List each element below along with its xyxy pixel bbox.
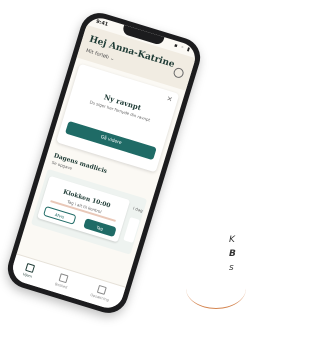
appointment-card[interactable]: Klokken 10:00 Tag i alt til kontrol Afvi… (37, 175, 131, 243)
gear-icon (96, 284, 107, 295)
phone-screen: 9:41 ▪ ◦ ▮ Hej Anna-Katrine Mit forløb ⌄… (9, 14, 199, 312)
side-label: I dag (132, 205, 144, 214)
caption-line-2: B (229, 249, 236, 259)
tab-settings[interactable]: Opsætning (90, 283, 113, 302)
close-icon[interactable]: ✕ (166, 95, 174, 104)
home-icon (24, 262, 35, 273)
tab-home-label: Hjem (22, 272, 33, 279)
tab-messages-label: Besked (54, 282, 68, 290)
card-continue-button[interactable]: Gå videre (64, 120, 157, 161)
message-icon (58, 273, 69, 284)
phone-frame: 9:41 ▪ ◦ ▮ Hej Anna-Katrine Mit forløb ⌄… (2, 8, 206, 318)
settings-icon[interactable] (172, 66, 185, 80)
decorative-arc (186, 268, 246, 309)
caption-line-1: K (229, 235, 235, 245)
status-time: 9:41 (95, 18, 109, 28)
tasks-panel: Klokken 10:00 Tag i alt til kontrol Afvi… (30, 168, 148, 255)
tab-settings-label: Opsætning (89, 292, 110, 303)
tab-bar: Hjem Besked Opsætning (9, 253, 126, 312)
next-card-peek[interactable] (123, 217, 140, 243)
tab-messages[interactable]: Besked (55, 273, 71, 290)
tab-home[interactable]: Hjem (22, 262, 36, 279)
